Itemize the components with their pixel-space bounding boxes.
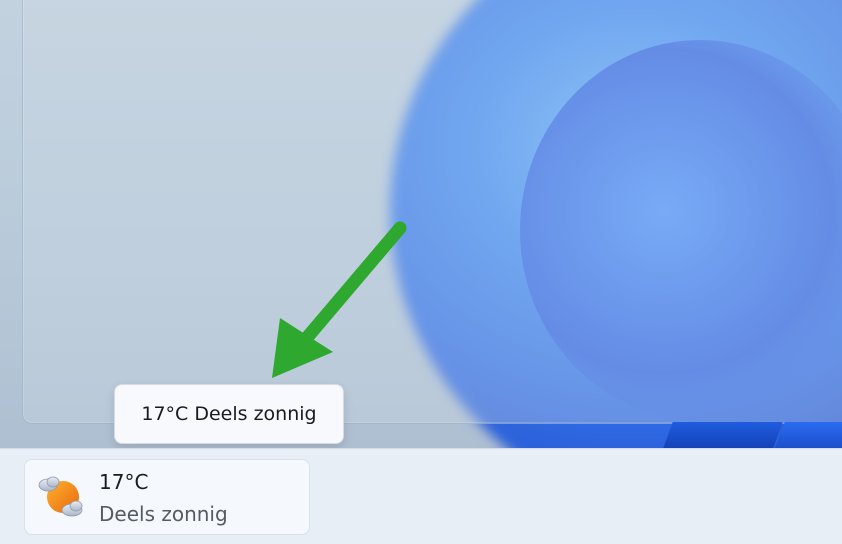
screen: 17°C Deels zonnig 17°C Deels zonnig xyxy=(0,0,842,544)
weather-condition: Deels zonnig xyxy=(99,502,228,526)
weather-temperature: 17°C xyxy=(99,470,149,494)
tooltip-text: 17°C Deels zonnig xyxy=(141,403,317,425)
weather-widget-button[interactable]: 17°C Deels zonnig xyxy=(24,459,310,535)
annotation-arrow-shaft xyxy=(298,221,407,347)
weather-tooltip: 17°C Deels zonnig xyxy=(114,384,344,444)
taskbar: 17°C Deels zonnig xyxy=(0,448,842,544)
partly-sunny-icon xyxy=(38,476,83,517)
